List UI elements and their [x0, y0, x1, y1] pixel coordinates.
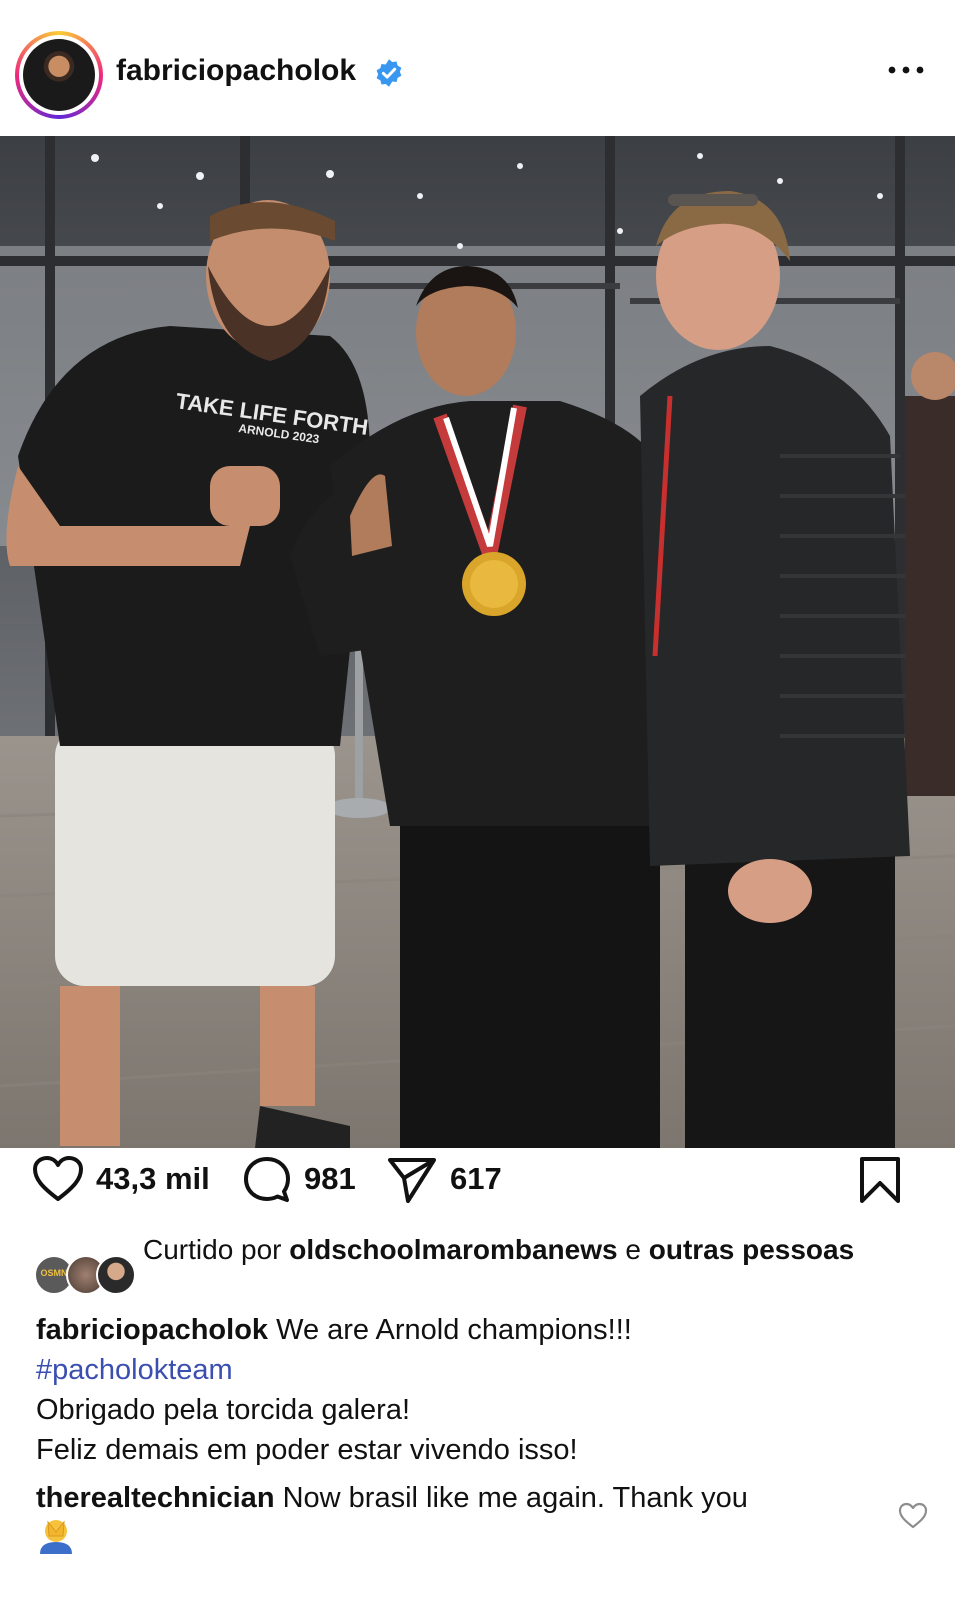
facepalm-emoji-icon	[40, 1520, 72, 1554]
comment-icon[interactable]	[242, 1155, 292, 1205]
share-icon[interactable]	[386, 1155, 438, 1205]
liked-connector: e	[625, 1234, 641, 1265]
liked-others[interactable]: outras pessoas	[649, 1234, 854, 1265]
story-ring[interactable]	[15, 31, 103, 119]
post-header: fabriciopacholok	[0, 0, 955, 136]
photo-illustration: TAKE LIFE FORTH ARNOLD 2023	[0, 136, 955, 1148]
liked-prefix: Curtido por	[143, 1234, 282, 1265]
liked-avatar-3[interactable]	[96, 1255, 136, 1295]
like-count[interactable]: 43,3 mil	[96, 1161, 210, 1197]
post-photo[interactable]: TAKE LIFE FORTH ARNOLD 2023	[0, 136, 955, 1148]
caption-line-3: Feliz demais em poder estar vivendo isso…	[36, 1434, 578, 1466]
caption-hashtag[interactable]: #pacholokteam	[36, 1350, 916, 1390]
post-username[interactable]: fabriciopacholok	[116, 54, 356, 88]
verified-badge-icon	[376, 59, 402, 87]
avatar-border	[19, 35, 99, 115]
share-count[interactable]: 617	[450, 1161, 502, 1197]
comment-like-icon[interactable]	[898, 1502, 928, 1530]
caption-username[interactable]: fabriciopacholok	[36, 1314, 268, 1346]
liked-by: Curtido por oldschoolmarombanews e outra…	[143, 1232, 933, 1268]
avatar[interactable]	[23, 39, 95, 111]
caption-line-2: Obrigado pela torcida galera!	[36, 1394, 411, 1426]
caption-text: We are Arnold champions!!!	[276, 1314, 632, 1346]
comment-count[interactable]: 981	[304, 1161, 356, 1197]
comment-username[interactable]: therealtechnician	[36, 1482, 275, 1514]
top-comment: therealtechnician Now brasil like me aga…	[36, 1478, 836, 1518]
liked-user[interactable]: oldschoolmarombanews	[289, 1234, 617, 1265]
more-horizontal-icon[interactable]	[886, 58, 926, 82]
post-caption: fabriciopacholok We are Arnold champions…	[36, 1310, 916, 1470]
heart-icon[interactable]	[32, 1155, 84, 1203]
bookmark-icon[interactable]	[858, 1155, 902, 1205]
comment-text: Now brasil like me again. Thank you	[282, 1482, 748, 1514]
